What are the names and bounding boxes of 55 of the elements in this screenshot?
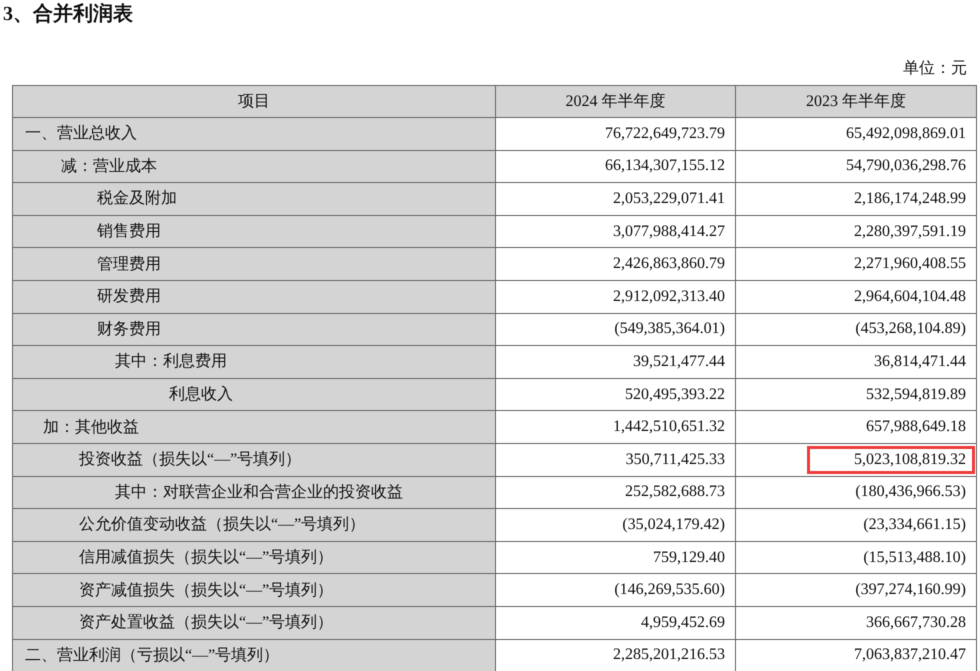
table-cell-text: 2,964,604,104.48 xyxy=(853,286,967,307)
table-cell-text: 2,280,397,591.19 xyxy=(853,222,967,242)
table-cell-text: 2,186,174,248.99 xyxy=(853,188,967,209)
table-cell: 其中：利息费用 xyxy=(12,346,496,378)
table-cell: 加：其他收益 xyxy=(12,410,496,444)
table-cell-text: 2,271,960,408.55 xyxy=(853,254,967,274)
table-cell: 2,053,229,071.41 xyxy=(496,182,736,216)
table-cell: 520,495,393.22 xyxy=(496,378,736,411)
column-header: 项目 xyxy=(12,86,496,118)
table-cell-text: 65,492,098,869.01 xyxy=(845,124,967,144)
column-header: 2023 年半年度 xyxy=(736,86,976,118)
table-cell: (549,385,364.01) xyxy=(496,313,736,346)
table-cell-text: 54,790,036,298.76 xyxy=(845,156,967,176)
table-cell: 66,134,307,155.12 xyxy=(496,150,736,183)
column-header: 2024 年半年度 xyxy=(496,86,736,118)
table-cell: 2,426,863,860.79 xyxy=(496,248,736,280)
table-cell-text: 7,063,837,210.47 xyxy=(853,645,967,666)
table-cell: 投资收益（损失以“—”号填列） xyxy=(12,443,496,476)
table-cell-text: 366,667,730.28 xyxy=(865,612,967,633)
table-cell-text: 36,814,471.44 xyxy=(873,352,967,372)
table-cell-text: (453,268,104.89) xyxy=(854,319,967,340)
table-cell: 减：营业成本 xyxy=(12,150,496,183)
table-cell-text: (397,274,160.99) xyxy=(854,580,967,600)
table-cell-text: (180,436,966.53) xyxy=(854,482,967,502)
table-cell: (35,024,179.42) xyxy=(496,508,736,542)
table-cell: 财务费用 xyxy=(12,313,496,346)
unit-label: 单位：元 xyxy=(903,59,967,79)
table-cell: 4,959,452.69 xyxy=(496,606,736,639)
table-cell: 252,582,688.73 xyxy=(496,476,736,509)
table-cell: 公允价值变动收益（损失以“—”号填列） xyxy=(12,508,496,542)
section-title: 3、合并利润表 xyxy=(2,2,134,27)
table-cell-text: 532,594,819.89 xyxy=(865,384,967,405)
table-cell: 研发费用 xyxy=(12,280,496,314)
table-cell: 3,077,988,414.27 xyxy=(496,215,736,248)
table-cell: 350,711,425.33 xyxy=(496,443,736,476)
table-cell: 信用减值损失（损失以“—”号填列） xyxy=(12,541,496,574)
table-cell: 管理费用 xyxy=(12,248,496,280)
table-cell-text: 657,988,649.18 xyxy=(865,417,967,438)
table-cell: 利息收入 xyxy=(12,378,496,411)
table-cell: 5,023,108,819.32 xyxy=(807,446,975,474)
table-cell: 销售费用 xyxy=(12,215,496,248)
table-cell: 资产处置收益（损失以“—”号填列） xyxy=(12,606,496,639)
table-cell: 资产减值损失（损失以“—”号填列） xyxy=(12,574,496,606)
table-cell-text: (15,513,488.10) xyxy=(862,548,967,568)
table-cell: 759,129.40 xyxy=(496,541,736,574)
table-cell-text: (23,334,661.15) xyxy=(862,514,967,535)
table-cell: 39,521,477.44 xyxy=(496,346,736,378)
table-cell: 二、营业利润（亏损以“—”号填列） xyxy=(12,639,496,671)
table-cell: (146,269,535.60) xyxy=(496,574,736,606)
table-cell: 其中：对联营企业和合营企业的投资收益 xyxy=(12,476,496,509)
table-cell: 税金及附加 xyxy=(12,182,496,216)
table-cell: 2,912,092,313.40 xyxy=(496,280,736,314)
table-cell: 76,722,649,723.79 xyxy=(496,118,736,150)
table-cell: 一、营业总收入 xyxy=(12,118,496,150)
table-cell: 1,442,510,651.32 xyxy=(496,410,736,444)
